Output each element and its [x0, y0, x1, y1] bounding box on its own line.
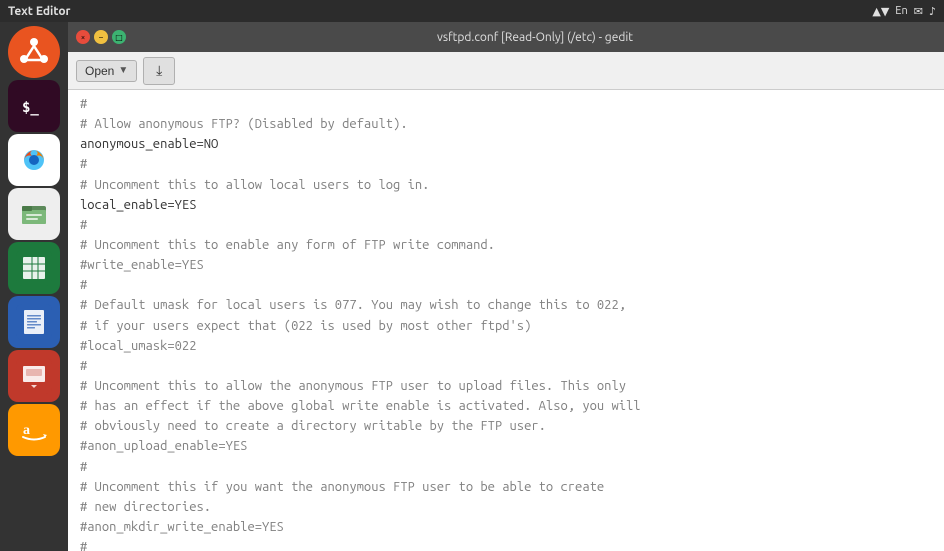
- launcher-icon-amazon[interactable]: a: [8, 404, 60, 456]
- toolbar: Open ▼ ⤓: [68, 52, 944, 90]
- main-layout: $_: [0, 22, 944, 551]
- open-dropdown-arrow: ▼: [118, 65, 128, 76]
- save-button[interactable]: ⤓: [143, 57, 175, 85]
- mail-icon: ✉: [914, 5, 923, 18]
- launcher-icon-writer[interactable]: [8, 296, 60, 348]
- title-bar: × – □ vsftpd.conf [Read-Only] (/etc) - g…: [68, 22, 944, 52]
- app-title: Text Editor: [8, 5, 71, 18]
- language-indicator: En: [895, 5, 907, 17]
- open-button[interactable]: Open ▼: [76, 60, 137, 82]
- sort-icon: ▲▼: [872, 5, 889, 18]
- launcher-icon-files[interactable]: [8, 188, 60, 240]
- minimize-button[interactable]: –: [94, 30, 108, 44]
- launcher-icon-spreadsheet[interactable]: [8, 242, 60, 294]
- open-label: Open: [85, 64, 114, 78]
- system-bar: Text Editor ▲▼ En ✉ ♪: [0, 0, 944, 22]
- maximize-icon: □: [115, 33, 123, 42]
- launcher: $_: [0, 22, 68, 551]
- launcher-icon-terminal[interactable]: $_: [8, 80, 60, 132]
- close-icon: ×: [81, 33, 86, 42]
- svg-text:a: a: [23, 423, 30, 438]
- launcher-icon-impress[interactable]: [8, 350, 60, 402]
- content-area: × – □ vsftpd.conf [Read-Only] (/etc) - g…: [68, 22, 944, 551]
- svg-text:$_: $_: [22, 100, 39, 116]
- window-title: vsftpd.conf [Read-Only] (/etc) - gedit: [134, 31, 936, 44]
- editor-content[interactable]: # # Allow anonymous FTP? (Disabled by de…: [68, 90, 944, 551]
- minimize-icon: –: [99, 33, 103, 42]
- close-button[interactable]: ×: [76, 30, 90, 44]
- launcher-icon-ubuntu[interactable]: [8, 26, 60, 78]
- editor-area[interactable]: # # Allow anonymous FTP? (Disabled by de…: [68, 90, 944, 551]
- window-controls: × – □: [76, 30, 126, 44]
- maximize-button[interactable]: □: [112, 30, 126, 44]
- volume-icon: ♪: [929, 5, 936, 18]
- save-icon: ⤓: [156, 62, 162, 79]
- system-tray: ▲▼ En ✉ ♪: [872, 5, 936, 18]
- launcher-icon-firefox[interactable]: [8, 134, 60, 186]
